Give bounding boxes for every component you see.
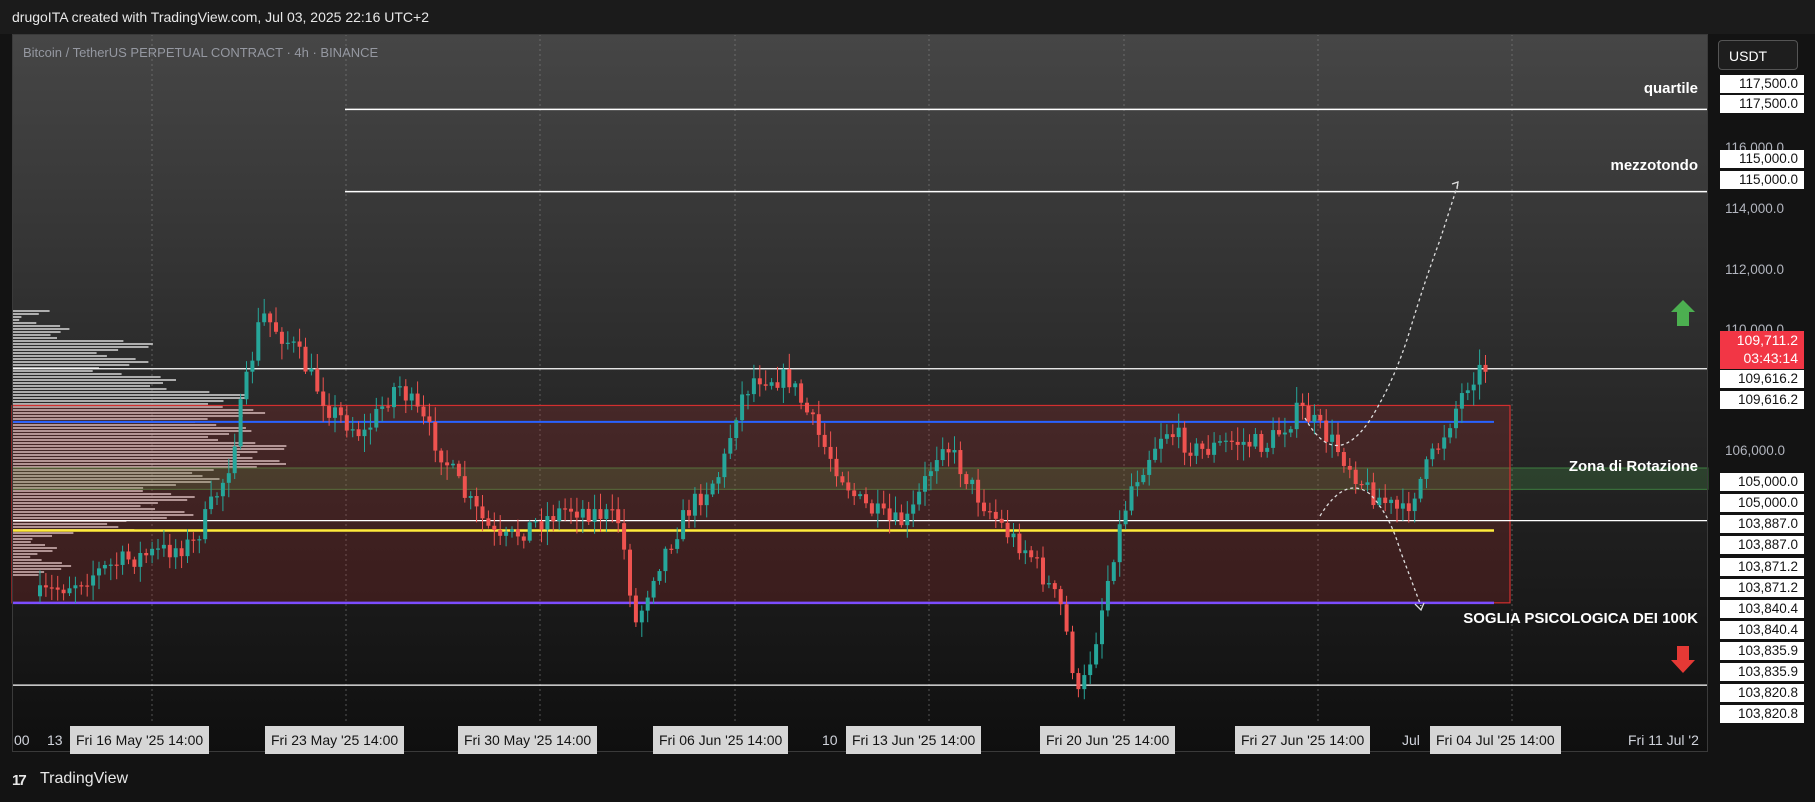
time-label: Fri 16 May '25 14:00	[70, 726, 210, 754]
time-label: Fri 23 May '25 14:00	[265, 726, 405, 754]
current-price-value: 109,711.2	[1736, 332, 1798, 348]
price-tick: 112,000.0	[1725, 262, 1785, 277]
price-level-label: 103,820.8	[1720, 705, 1804, 723]
price-level-label: 105,000.0	[1720, 494, 1804, 512]
price-level-label: 117,500.0	[1720, 95, 1804, 113]
price-level-label: 103,887.0	[1720, 536, 1804, 554]
time-label: Fri 04 Jul '25 14:00	[1430, 726, 1561, 754]
current-price-label: 109,711.2 03:43:14	[1720, 331, 1804, 369]
price-tick: 114,000.0	[1725, 201, 1785, 216]
annotation-soglia-psicologica: SOGLIA PSICOLOGICA DEI 100K	[1463, 610, 1698, 627]
price-level-label: 103,840.4	[1720, 600, 1804, 618]
time-tick: Fri 11 Jul '2	[1628, 732, 1699, 748]
price-level-label: 109,616.2	[1720, 370, 1804, 388]
bar-countdown: 03:43:14	[1743, 350, 1799, 366]
time-label: Fri 13 Jun '25 14:00	[846, 726, 982, 754]
price-level-label: 103,871.2	[1720, 579, 1804, 597]
price-level-label: 103,835.9	[1720, 663, 1804, 681]
time-label: Fri 27 Jun '25 14:00	[1235, 726, 1371, 754]
time-label: Fri 30 May '25 14:00	[458, 726, 598, 754]
price-level-label: 103,820.8	[1720, 684, 1804, 702]
price-level-label: 117,500.0	[1720, 75, 1804, 93]
price-tick: 106,000.0	[1725, 443, 1786, 458]
time-tick: 00	[14, 732, 30, 748]
price-level-label: 103,871.2	[1720, 558, 1804, 576]
time-tick: 10	[822, 732, 838, 748]
time-tick: Jul	[1402, 732, 1420, 748]
price-level-label: 105,000.0	[1720, 473, 1804, 491]
symbol-title: Bitcoin / TetherUS PERPETUAL CONTRACT · …	[23, 45, 379, 60]
time-label: Fri 20 Jun '25 14:00	[1040, 726, 1176, 754]
chart-frame	[12, 34, 1708, 752]
tradingview-logo-icon: 17	[12, 772, 27, 789]
annotation-mezzotondo: mezzotondo	[1610, 157, 1699, 174]
annotation-zona-di-rotazione: Zona di Rotazione	[1568, 458, 1698, 475]
price-level-label: 103,835.9	[1720, 642, 1804, 660]
price-level-label: 103,840.4	[1720, 621, 1804, 639]
annotation-quartile: quartile	[1643, 80, 1698, 97]
time-label: Fri 06 Jun '25 14:00	[653, 726, 789, 754]
price-level-label: 115,000.0	[1720, 150, 1804, 168]
price-level-label: 103,887.0	[1720, 515, 1804, 533]
currency-selector[interactable]: USDT	[1718, 40, 1798, 70]
price-level-label: 109,616.2	[1720, 391, 1804, 409]
time-tick: 13	[47, 732, 63, 748]
tradingview-brand: TradingView	[40, 770, 129, 787]
footer-bar: 17 TradingView	[0, 758, 1815, 802]
price-level-label: 115,000.0	[1720, 171, 1804, 189]
